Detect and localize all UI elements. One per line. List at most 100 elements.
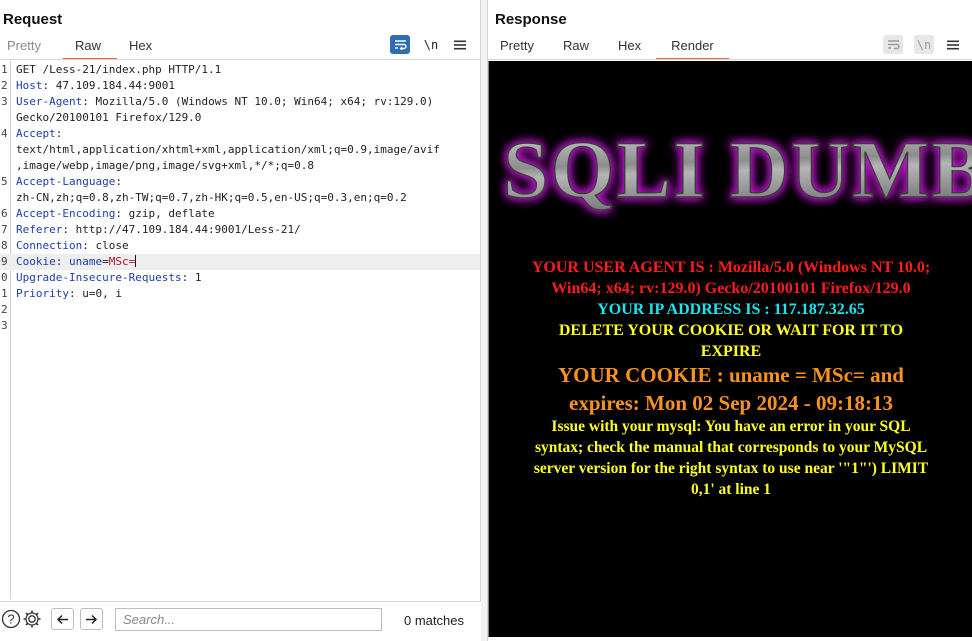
text-caret	[135, 255, 137, 267]
header-text: : http://47.109.184.44:9001/Less-21/	[62, 223, 301, 236]
newline-toggle-button[interactable]: \n	[421, 35, 441, 54]
line-number: 7	[1, 223, 8, 236]
editor-line: zh-CN,zh;q=0.8,zh-TW;q=0.7,zh-HK;q=0.5,e…	[0, 190, 480, 206]
sqli-logo: SQLI DUMB SERIES	[489, 121, 972, 236]
response-title: Response	[495, 11, 567, 28]
header-key: Cookie	[16, 255, 56, 268]
delete-cookie-line-2: EXPIRE	[700, 343, 762, 360]
wrap-lines-icon	[883, 35, 903, 54]
line-code: Gecko/20100101 Firefox/129.0	[16, 110, 201, 126]
header-text: =	[102, 255, 109, 268]
header-text: :	[115, 175, 122, 188]
header-text: : 1	[181, 271, 202, 284]
response-tab-pretty[interactable]: Pretty	[500, 35, 534, 60]
request-pane: Request Pretty Raw Hex \n 1 GET /Less-21/…	[0, 0, 481, 641]
header-key: Accept-Language	[16, 175, 116, 188]
cookie-text: YOUR COOKIE : uname = MSc= and expires: …	[489, 361, 972, 417]
request-tab-pretty[interactable]: Pretty	[7, 35, 63, 60]
response-pane: Response Pretty Raw Hex Render \n SQLI D…	[488, 0, 972, 641]
pane-splitter[interactable]	[481, 0, 488, 641]
editor-line: 1 GET /Less-21/index.php HTTP/1.1	[0, 62, 480, 78]
response-tab-render[interactable]: Render	[656, 35, 729, 60]
editor-line: 3	[0, 318, 480, 334]
header-text: :	[55, 255, 69, 268]
line-number: 3	[1, 95, 8, 108]
line-number: 6	[1, 207, 8, 220]
menu-icon[interactable]	[943, 35, 963, 54]
editor-line: text/html,application/xhtml+xml,applicat…	[0, 142, 480, 158]
user-agent-line-2: Win64; x64; rv:129.0) Gecko/20100101 Fir…	[551, 280, 911, 297]
line-code: zh-CN,zh;q=0.8,zh-TW;q=0.7,zh-HK;q=0.5,e…	[16, 190, 407, 206]
line-number: 1	[1, 287, 8, 300]
line-number: 5	[1, 175, 8, 188]
mysql-error-text: Issue with your mysql: You have an error…	[489, 416, 972, 500]
search-prev-button[interactable]	[51, 608, 74, 630]
editor-line: 2	[0, 302, 480, 318]
header-key: Priority	[16, 287, 69, 300]
line-code: Upgrade-Insecure-Requests: 1	[16, 270, 201, 286]
svg-text:?: ?	[7, 612, 14, 627]
menu-icon[interactable]	[450, 35, 470, 54]
line-code: Referer: http://47.109.184.44:9001/Less-…	[16, 222, 301, 238]
gear-icon[interactable]	[22, 609, 42, 629]
line-code: Accept:	[16, 126, 62, 142]
header-key: Accept	[16, 127, 56, 140]
search-next-button[interactable]	[80, 608, 103, 630]
mysql-error-line-4: 0,1' at line 1	[690, 481, 772, 498]
line-code: ,image/webp,image/png,image/svg+xml,*/*;…	[16, 158, 314, 174]
editor-line: 5 Accept-Language:	[0, 174, 480, 190]
line-code: Priority: u=0, i	[16, 286, 122, 302]
header-text: : close	[82, 239, 129, 252]
header-text: : 47.109.184.44:9001	[42, 79, 175, 92]
header-text: zh-CN,zh;q=0.8,zh-TW;q=0.7,zh-HK;q=0.5,e…	[16, 191, 407, 204]
wrap-lines-icon[interactable]	[390, 35, 410, 54]
response-tab-raw[interactable]: Raw	[563, 35, 589, 60]
header-text: ,image/webp,image/png,image/svg+xml,*/*;…	[16, 159, 315, 172]
header-text: text/html,application/xhtml+xml,applicat…	[16, 143, 440, 156]
editor-line: 7 Referer: http://47.109.184.44:9001/Less…	[0, 222, 480, 238]
editor-line: 2 Host: 47.109.184.44:9001	[0, 78, 480, 94]
line-number: 2	[1, 79, 8, 92]
response-tab-hex[interactable]: Hex	[618, 35, 641, 60]
line-code: GET /Less-21/index.php HTTP/1.1	[16, 62, 221, 78]
request-editor[interactable]: 1 GET /Less-21/index.php HTTP/1.1 2 Host: 4…	[0, 61, 480, 599]
editor-line: ,image/webp,image/png,image/svg+xml,*/*;…	[0, 158, 480, 174]
line-code: Accept-Language:	[16, 174, 122, 190]
delete-cookie-text: DELETE YOUR COOKIE OR WAIT FOR IT TO EXP…	[489, 320, 972, 362]
request-title: Request	[3, 11, 63, 28]
response-tab-divider	[488, 59, 972, 60]
search-input[interactable]	[115, 608, 382, 631]
header-text: : u=0, i	[68, 287, 122, 300]
cookie-line-2: expires: Mon 02 Sep 2024 - 09:18:13	[569, 391, 893, 415]
editor-line: Gecko/20100101 Firefox/129.0	[0, 110, 480, 126]
editor-line: 3 User-Agent: Mozilla/5.0 (Windows NT 10.…	[0, 94, 480, 110]
header-text: Gecko/20100101 Firefox/129.0	[16, 111, 202, 124]
header-text: :	[55, 127, 63, 140]
line-code: Accept-Encoding: gzip, deflate	[16, 206, 215, 222]
editor-line: 0 Upgrade-Insecure-Requests: 1	[0, 270, 480, 286]
newline-toggle-button: \n	[914, 35, 934, 54]
line-number: 9	[1, 255, 8, 268]
mysql-error-line-2: syntax; check the manual that correspond…	[534, 439, 928, 456]
line-code: Connection: close	[16, 238, 129, 254]
header-key: uname	[69, 255, 103, 268]
line-number: 0	[1, 271, 8, 284]
svg-text:SQLI DUMB SERIES: SQLI DUMB SERIES	[503, 124, 972, 215]
cookie-line-1: YOUR COOKIE : uname = MSc= and	[558, 363, 904, 387]
header-key: Upgrade-Insecure-Requests	[16, 271, 182, 284]
editor-line: 4 Accept:	[0, 126, 480, 142]
user-agent-text: YOUR USER AGENT IS : Mozilla/5.0 (Window…	[489, 257, 972, 299]
user-agent-line-1: YOUR USER AGENT IS : Mozilla/5.0 (Window…	[531, 259, 931, 276]
editor-line: 1 Priority: u=0, i	[0, 286, 480, 302]
line-code: Host: 47.109.184.44:9001	[16, 78, 175, 94]
header-text: : gzip, deflate	[115, 207, 215, 220]
request-tab-raw[interactable]: Raw	[63, 35, 118, 60]
request-tab-hex[interactable]: Hex	[129, 35, 152, 60]
header-key: Accept-Encoding	[16, 207, 116, 220]
editor-line: 9 Cookie: uname=MSc=	[0, 254, 480, 270]
mysql-error-line-1: Issue with your mysql: You have an error…	[551, 418, 911, 435]
header-key: Connection	[16, 239, 83, 252]
line-number: 3	[1, 319, 8, 332]
help-icon[interactable]: ?	[1, 609, 21, 629]
header-key: Referer	[16, 223, 63, 236]
